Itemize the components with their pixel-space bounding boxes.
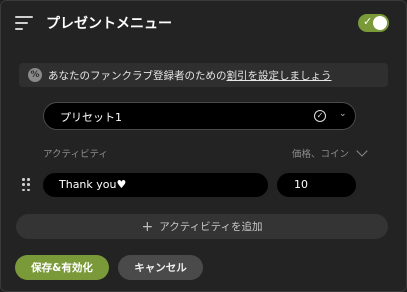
notice-text: あなたのファンクラブ登録者のための割引を設定しましょう	[48, 68, 332, 83]
drag-dot	[22, 183, 25, 186]
drag-dot	[22, 188, 25, 192]
set-discount-link[interactable]: 割引を設定しましょう	[227, 70, 332, 82]
activity-price-value: 10	[294, 178, 308, 191]
drag-dot	[27, 183, 30, 186]
add-activity-button[interactable]: + アクティビティを追加	[16, 214, 388, 239]
percent-icon: %	[28, 68, 42, 82]
menu-icon-line	[15, 28, 23, 30]
page-title: プレゼントメニュー	[46, 16, 172, 32]
cancel-button[interactable]: キャンセル	[118, 255, 203, 280]
add-activity-label: アクティビティを追加	[159, 221, 263, 233]
preset-selected-value: プリセット1	[60, 111, 122, 124]
price-column-label: 価格、コイン	[292, 149, 350, 160]
plus-icon: +	[141, 218, 154, 235]
save-enable-button[interactable]: 保存&有効化	[15, 255, 109, 280]
enable-toggle[interactable]: ✓	[358, 14, 389, 32]
preset-select[interactable]: プリセット1 ✓ ⌄	[43, 102, 356, 130]
discount-notice: % あなたのファンクラブ登録者のための割引を設定しましょう	[19, 63, 388, 87]
save-enable-label: 保存&有効化	[31, 262, 93, 274]
price-column-header[interactable]: 価格、コイン	[292, 145, 368, 160]
notice-text-prefix: あなたのファンクラブ登録者のための	[48, 69, 227, 82]
cancel-label: キャンセル	[134, 262, 187, 274]
activity-name-input[interactable]: Thank you♥	[43, 173, 268, 197]
check-circle-icon[interactable]: ✓	[314, 110, 326, 122]
activity-column-header: アクティビティ	[43, 149, 108, 160]
menu-icon-line	[15, 22, 28, 24]
activity-name-value: Thank you♥	[59, 178, 127, 191]
chevron-down-icon[interactable]	[356, 145, 368, 157]
drag-dot	[27, 178, 30, 181]
menu-icon-line	[15, 16, 33, 18]
menu-icon[interactable]	[15, 16, 33, 30]
toggle-knob	[373, 16, 387, 30]
drag-dot	[27, 188, 30, 192]
present-menu-panel: プレゼントメニュー ✓ % あなたのファンクラブ登録者のための割引を設定しましょ…	[0, 0, 407, 292]
activity-price-input[interactable]: 10	[277, 173, 356, 197]
chevron-down-icon[interactable]: ⌄	[339, 109, 347, 119]
drag-dot	[22, 178, 25, 181]
check-icon: ✓	[363, 15, 373, 28]
drag-handle-icon[interactable]	[22, 178, 30, 192]
